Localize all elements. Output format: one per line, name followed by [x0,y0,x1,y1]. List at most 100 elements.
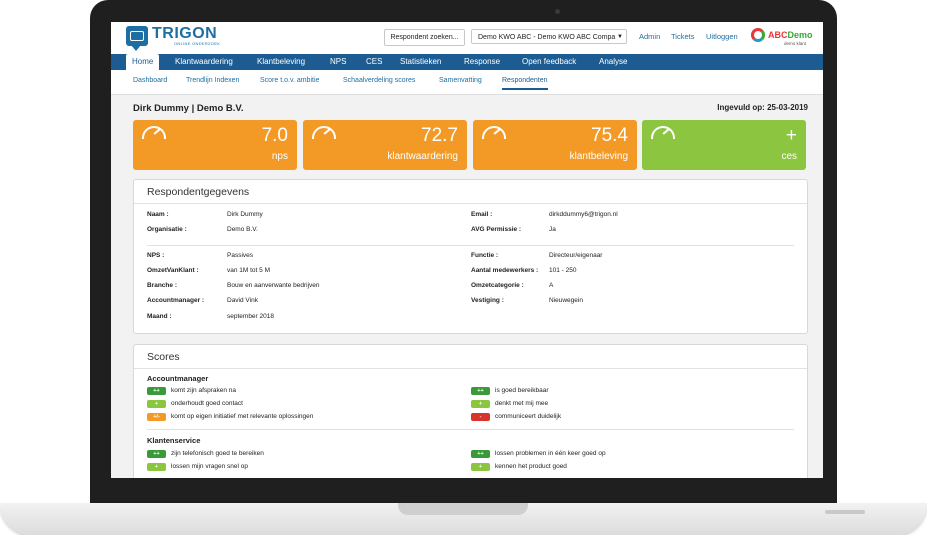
score-text: komt zijn afspraken na [171,387,237,394]
field-value[interactable]: dirkddummy6@trigon.nl [549,211,618,218]
score-badge: + [147,463,166,471]
field-value: 101 - 250 [549,267,577,274]
group-title-klantenservice: Klantenservice [147,436,201,445]
score-text: zijn telefonisch goed te bereiken [171,450,264,457]
subnav-trendlijn[interactable]: Trendlijn Indexen [186,77,239,84]
gauge-icon [651,126,675,139]
tile-klantwaardering[interactable]: 72.7 klantwaardering [303,120,467,170]
nav-analyse[interactable]: Analyse [599,54,627,70]
trigon-logo-icon [126,26,148,51]
score-badge: + [471,463,490,471]
tile-value: + [785,125,797,146]
gauge-icon [142,126,166,139]
logo-subtext: ONLINE ONDERZOEK [174,41,221,46]
client-logo-icon [751,28,765,42]
scores-panel-title: Scores [147,351,180,363]
tile-value: 72.7 [421,125,458,146]
nav-open-feedback[interactable]: Open feedback [522,54,576,70]
nav-statistieken[interactable]: Statistieken [400,54,441,70]
respondent-search-button[interactable]: Respondent zoeken... [384,29,465,46]
field-label: Organisatie : [147,226,187,233]
field-label: Email : [471,211,493,218]
field-value: september 2018 [227,313,274,320]
score-badge: + [471,400,490,408]
field-label: OmzetVanKlant : [147,267,199,274]
scores-panel: Scores Accountmanager ++ komt zijn afspr… [133,344,808,478]
tile-label: klantwaardering [387,151,458,162]
score-text: lossen mijn vragen snel op [171,463,248,470]
score-text: komt op eigen initiatief met relevante o… [171,413,314,420]
group-title-accountmanager: Accountmanager [147,374,209,383]
field-label: AVG Permissie : [471,226,522,233]
nav-klantbeleving[interactable]: Klantbeleving [257,54,305,70]
sub-nav: Dashboard Trendlijn Indexen Score t.o.v.… [111,70,823,95]
filled-date: Ingevuld op: 25-03-2019 [717,103,808,112]
top-bar: TRIGON ONLINE ONDERZOEK Respondent zoeke… [111,22,823,54]
client-logo-abc: ABC [768,30,788,40]
divider [147,429,794,430]
screen: TRIGON ONLINE ONDERZOEK Respondent zoeke… [111,22,823,478]
tile-label: ces [781,151,797,162]
field-value: A [549,282,554,289]
score-text: is goed bereikbaar [495,387,549,394]
nav-nps[interactable]: NPS [330,54,346,70]
caret-down-icon: ▼ [617,34,623,40]
client-logo-text: ABCDemo [768,30,813,40]
panel-separator [134,203,807,204]
subnav-samenvatting[interactable]: Samenvatting [439,77,482,84]
tile-label: nps [271,151,288,162]
nav-klantwaardering[interactable]: Klantwaardering [175,54,233,70]
client-logo-sub: demo klant [784,41,807,46]
logout-link[interactable]: Uitloggen [706,32,738,41]
field-value: David Vink [227,297,258,304]
field-value: Dirk Dummy [227,211,263,218]
admin-link[interactable]: Admin [639,32,660,41]
divider [147,245,794,246]
field-value: Passives [227,252,254,259]
field-value: Demo B.V. [227,226,258,233]
tile-nps[interactable]: 7.0 nps [133,120,297,170]
nav-home[interactable]: Home [126,54,160,70]
field-label: Branche : [147,282,177,289]
field-label: Maand : [147,313,172,320]
nav-ces[interactable]: CES [366,54,382,70]
company-select[interactable]: Demo KWO ABC - Demo KWO ABC Compa ▼ [471,29,627,44]
tile-ces[interactable]: + ces [642,120,806,170]
score-badge: ++ [471,387,490,395]
nav-response[interactable]: Response [464,54,500,70]
respondent-panel-title: Respondentgegevens [147,186,250,198]
score-badge: +/- [147,413,166,421]
field-label: Naam : [147,211,169,218]
tile-klantbeleving[interactable]: 75.4 klantbeleving [473,120,637,170]
score-badge: ++ [471,450,490,458]
tickets-link[interactable]: Tickets [671,32,694,41]
score-text: kennen het product goed [495,463,567,470]
score-badge: ++ [147,450,166,458]
field-value: Ja [549,226,556,233]
subnav-respondenten[interactable]: Respondenten [502,77,548,90]
client-logo: ABCDemo demo klant [751,28,813,48]
laptop-notch [398,503,528,515]
field-label: Accountmanager : [147,297,205,304]
subnav-score-ambitie[interactable]: Score t.o.v. ambitie [260,77,319,84]
tile-value: 7.0 [261,125,288,146]
subnav-dashboard[interactable]: Dashboard [133,77,167,84]
camera-icon [555,9,560,14]
tile-value: 75.4 [591,125,628,146]
field-label: Omzetcategorie : [471,282,524,289]
score-badge: + [147,400,166,408]
field-value: Bouw en aanverwante bedrijven [227,282,320,289]
page-title: Dirk Dummy | Demo B.V. [133,103,244,114]
score-text: onderhoudt goed contact [171,400,243,407]
subnav-schaalverdeling[interactable]: Schaalverdeling scores [343,77,415,84]
field-label: NPS : [147,252,165,259]
main-nav: Home Klantwaardering Klantbeleving NPS C… [111,54,823,70]
panel-separator [134,368,807,369]
field-label: Aantal medewerkers : [471,267,539,274]
score-text: denkt met mij mee [495,400,549,407]
respondent-panel: Respondentgegevens Naam : Dirk Dummy Org… [133,179,808,334]
laptop-slot [825,510,865,514]
score-badge: ++ [147,387,166,395]
field-value: Directeur/eigenaar [549,252,603,259]
score-text: communiceert duidelijk [495,413,562,420]
